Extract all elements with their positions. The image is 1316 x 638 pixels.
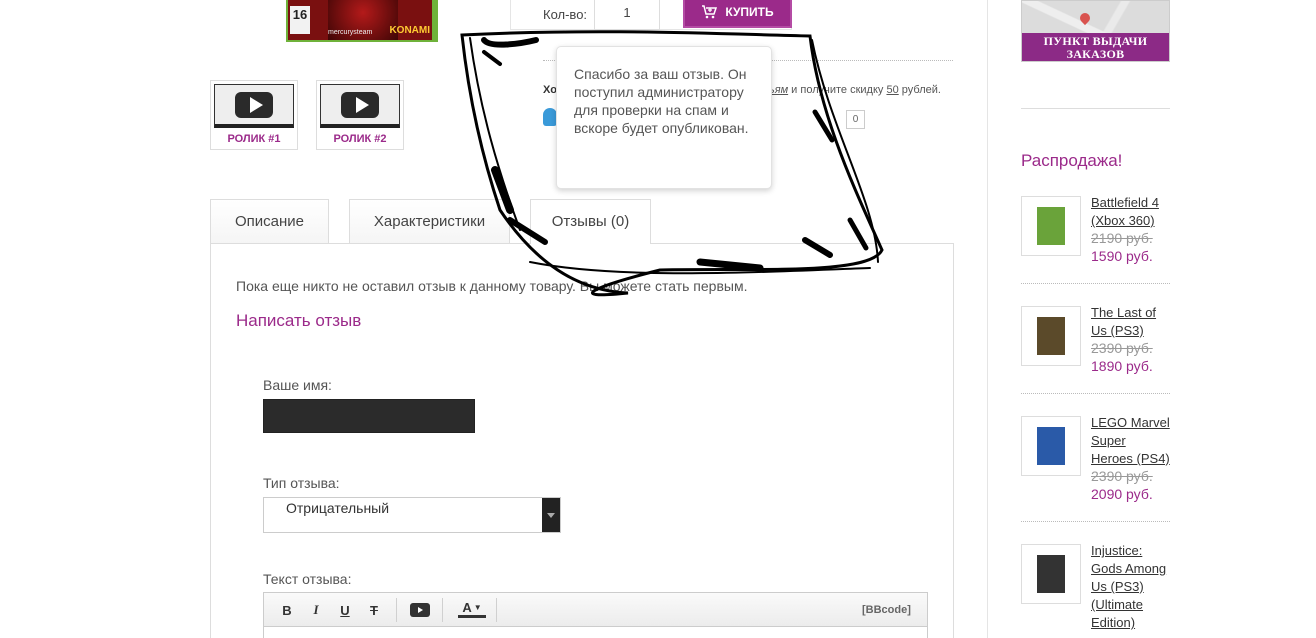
review-thanks-tooltip: Спасибо за ваш отзыв. Он поступил админи… (556, 46, 772, 189)
pickup-point-banner[interactable]: ПУНКТ ВЫДАЧИ ЗАКАЗОВ (1021, 0, 1170, 62)
video-screen (214, 84, 294, 128)
bold-button[interactable]: B (279, 600, 295, 620)
pickup-banner-line2: ЗАКАЗОВ (1066, 47, 1125, 61)
sale-item-old-price: 2390 руб. (1091, 340, 1153, 356)
buy-button-label: КУПИТЬ (725, 5, 774, 19)
review-type-value: Отрицательный (286, 500, 390, 516)
buy-button[interactable]: КУПИТЬ (683, 0, 792, 28)
sidebar-divider (987, 0, 988, 638)
video-embed-button[interactable] (410, 600, 430, 620)
sale-item-thumb[interactable] (1021, 196, 1081, 256)
bbcode-toggle[interactable]: [BBcode] (862, 604, 911, 616)
pickup-banner-text: ПУНКТ ВЫДАЧИ ЗАКАЗОВ (1022, 33, 1169, 61)
share-icon[interactable] (543, 108, 557, 126)
game-box-icon (1037, 427, 1065, 465)
review-type-label: Тип отзыва: (263, 475, 340, 491)
game-box-icon (1037, 207, 1065, 245)
editor-toolbar (264, 593, 927, 627)
toolbar-separator (442, 598, 443, 622)
tab-description[interactable]: Описание (210, 199, 329, 244)
product-cover: 16 mercurysteam KONAMI (286, 0, 438, 42)
review-text-label: Текст отзыва: (263, 571, 352, 587)
sale-item-new-price: 1590 руб. (1091, 248, 1153, 264)
video-label: РОЛИК #1 (227, 133, 281, 145)
text-color-button[interactable]: A ▼ (458, 600, 486, 618)
play-icon (341, 91, 379, 118)
promo-amount: 50 (886, 84, 899, 96)
sale-item-old-price: 2190 руб. (1091, 230, 1153, 246)
qty-label: Кол-во: (543, 7, 588, 22)
no-reviews-text: Пока еще никто не оставил отзыв к данном… (236, 278, 748, 294)
video-thumb-2[interactable]: РОЛИК #2 (316, 80, 404, 150)
sale-item-divider (1021, 393, 1170, 394)
sale-item-thumb[interactable] (1021, 306, 1081, 366)
cover-publisher: mercurysteam (328, 29, 373, 36)
qty-input[interactable]: 1 (594, 0, 660, 30)
promo-end: рублей. (898, 84, 941, 96)
game-box-icon (1037, 317, 1065, 355)
chevron-down-icon[interactable] (542, 498, 560, 532)
italic-button[interactable]: I (308, 600, 324, 620)
underline-button[interactable]: U (337, 600, 353, 620)
promo-tail: и получите скидку (788, 84, 887, 96)
play-icon (235, 91, 273, 118)
toolbar-separator (396, 598, 397, 622)
video-thumb-1[interactable]: РОЛИК #1 (210, 80, 298, 150)
toolbar-separator (496, 598, 497, 622)
video-label: РОЛИК #2 (333, 133, 387, 145)
name-label: Ваше имя: (263, 377, 332, 393)
name-input[interactable] (263, 399, 475, 433)
sale-item-divider (1021, 521, 1170, 522)
sidebar-separator (1021, 108, 1170, 109)
sale-item-new-price: 2090 руб. (1091, 486, 1153, 502)
sale-item-thumb[interactable] (1021, 416, 1081, 476)
sale-item-new-price: 1890 руб. (1091, 358, 1153, 374)
cover-brand: KONAMI (389, 25, 430, 36)
text-color-label: A (462, 600, 472, 615)
strike-button[interactable]: T (366, 600, 382, 620)
tab-specs[interactable]: Характеристики (349, 199, 510, 244)
active-tab-gap (531, 243, 650, 245)
sale-item-name[interactable]: Injustice: Gods Among Us (PS3) (Ultimate… (1091, 542, 1171, 632)
write-review-link[interactable]: Написать отзыв (236, 311, 361, 331)
age-rating-badge: 16 (290, 6, 310, 34)
sale-item-name[interactable]: LEGO Marvel Super Heroes (PS4) (1091, 414, 1171, 468)
video-embed-icon (410, 603, 430, 617)
sale-title: Распродажа! (1021, 151, 1123, 170)
promo-lead: Хо (543, 84, 557, 96)
chevron-down-icon: ▼ (473, 603, 482, 612)
sale-item-old-price: 2390 руб. (1091, 468, 1153, 484)
sale-item-name[interactable]: The Last of Us (PS3) (1091, 304, 1171, 340)
game-box-icon (1037, 555, 1065, 593)
share-count: 0 (846, 110, 865, 129)
cart-icon (702, 5, 718, 19)
sale-item-name[interactable]: Battlefield 4 (Xbox 360) (1091, 194, 1171, 230)
sale-item-divider (1021, 283, 1170, 284)
video-screen (320, 84, 400, 128)
sale-item-thumb[interactable] (1021, 544, 1081, 604)
cover-edge (432, 0, 436, 40)
tab-reviews[interactable]: Отзывы (0) (530, 199, 651, 244)
